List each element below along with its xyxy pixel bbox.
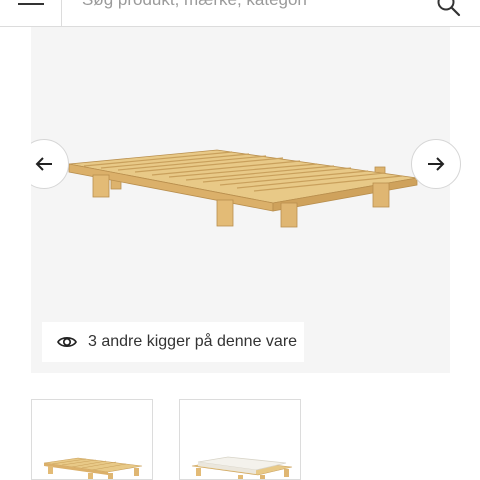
top-bar: Søg produkt, mærke, kategori	[0, 0, 480, 27]
thumbnail-bed-with-mattress[interactable]	[179, 399, 301, 480]
viewers-badge: 3 andre kigger på denne vare	[42, 322, 304, 362]
thumbnail-bed-frame[interactable]	[31, 399, 153, 480]
menu-button[interactable]	[14, 0, 48, 18]
arrow-left-icon	[35, 157, 52, 171]
search-icon[interactable]	[436, 0, 462, 18]
viewers-text: 3 andre kigger på denne vare	[88, 333, 298, 350]
thumbnail-image	[43, 457, 143, 479]
thumbnail-image	[191, 456, 293, 479]
arrow-right-icon	[428, 157, 445, 171]
next-image-button[interactable]	[411, 139, 461, 189]
search-input[interactable]: Søg produkt, mærke, kategori	[82, 0, 307, 10]
header-divider	[61, 0, 62, 27]
eye-icon	[56, 331, 78, 353]
product-image-gallery[interactable]: 3 andre kigger på denne vare	[31, 27, 450, 373]
